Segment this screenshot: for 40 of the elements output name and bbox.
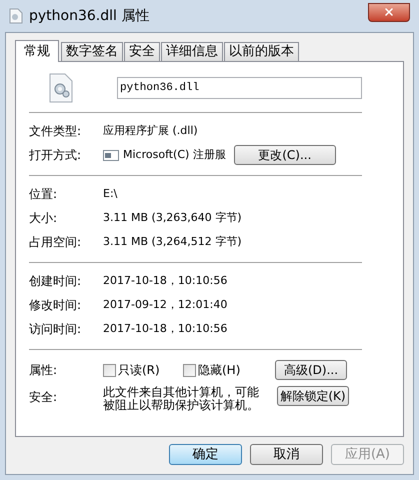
field-label: 修改时间:: [29, 297, 82, 314]
tab[interactable]: 常规: [15, 40, 59, 62]
field-label: 创建时间:: [29, 273, 82, 290]
field-value: 应用程序扩展 (.dll): [103, 122, 198, 139]
dialog-button[interactable]: 确定: [169, 444, 242, 465]
unblock-button[interactable]: 解除锁定(K): [277, 386, 349, 406]
close-button[interactable]: [368, 2, 410, 22]
field-label: 占用空间:: [29, 234, 82, 251]
tab[interactable]: 安全: [124, 42, 160, 61]
checkbox[interactable]: [103, 364, 116, 376]
security-warning: 此文件来自其他计算机，可能被阻止以帮助保护该计算机。: [103, 386, 260, 412]
window-title: python36.dll 属性: [29, 6, 150, 26]
field-label: 大小:: [29, 210, 58, 227]
checkbox[interactable]: [183, 364, 196, 376]
advanced-button[interactable]: 高级(D)...: [275, 360, 347, 380]
field-value: 3.11 MB (3,264,512 字节): [103, 234, 242, 250]
field-label: 位置:: [29, 186, 58, 203]
checkbox-label: 隐藏(H): [198, 362, 240, 379]
app-icon: [103, 150, 119, 160]
field-value: 2017-10-18，10:10:56: [103, 320, 228, 337]
tab[interactable]: 数字签名: [61, 42, 123, 61]
checkbox-label: 只读(R): [118, 362, 160, 379]
field-label: 访问时间:: [29, 321, 82, 338]
field-value: 2017-09-12，12:01:40: [103, 296, 228, 313]
close-icon: [383, 6, 395, 18]
field-value: Microsoft(C) 注册服: [123, 146, 226, 163]
tab[interactable]: 以前的版本: [224, 42, 299, 61]
field-value: 2017-10-18，10:10:56: [103, 272, 228, 289]
field-value: E:\: [103, 186, 118, 202]
settings-file-icon: [49, 73, 73, 103]
field-label: 属性:: [29, 362, 58, 379]
file-icon: [9, 8, 23, 24]
field-value: 3.11 MB (3,263,640 字节): [103, 210, 242, 226]
field-label: 打开方式:: [29, 147, 82, 164]
file-name-field[interactable]: python36.dll: [117, 77, 362, 99]
dialog-button[interactable]: 取消: [250, 444, 323, 465]
field-label: 文件类型:: [29, 123, 82, 140]
tab[interactable]: 详细信息: [161, 42, 223, 61]
change-button[interactable]: 更改(C)...: [234, 145, 336, 165]
field-label: 安全:: [29, 389, 58, 406]
